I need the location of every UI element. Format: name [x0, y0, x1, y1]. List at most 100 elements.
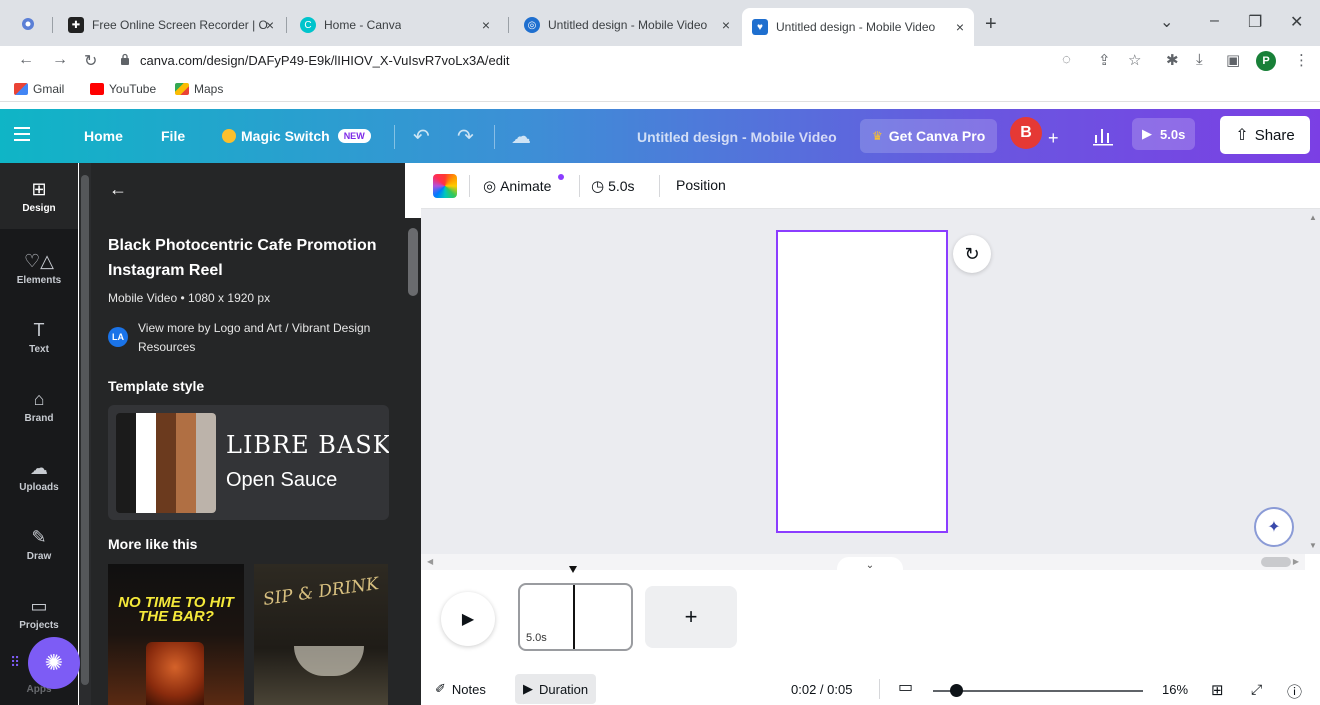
rail-item-draw[interactable]: ✎ Draw: [0, 511, 78, 577]
share-page-icon[interactable]: ⇪: [1098, 51, 1111, 69]
scroll-left-icon[interactable]: ◀: [427, 557, 433, 566]
back-button[interactable]: ←: [109, 179, 127, 200]
rotate-refresh-button[interactable]: ↻: [953, 235, 991, 273]
drag-handle-icon[interactable]: ⠿: [10, 654, 20, 671]
file-menu[interactable]: File: [161, 128, 185, 144]
reload-icon[interactable]: ↻: [84, 51, 97, 71]
extension-gear-icon[interactable]: [18, 14, 38, 34]
tab-screen-recorder[interactable]: ✚ Free Online Screen Recorder | O ×: [58, 10, 284, 40]
zoom-slider-knob[interactable]: [950, 684, 963, 697]
magic-switch-button[interactable]: Magic Switch NEW: [222, 128, 371, 144]
animate-button[interactable]: ◎ Animate: [483, 177, 551, 195]
author-avatar: LA: [108, 327, 128, 347]
notes-button[interactable]: ✐ Notes: [435, 681, 486, 697]
design-page-canvas[interactable]: [776, 230, 948, 533]
grid-view-icon[interactable]: ⊞: [1211, 681, 1224, 699]
bookmark-star-icon[interactable]: ☆: [1128, 51, 1141, 69]
timeline-play-button[interactable]: ▶: [441, 592, 495, 646]
position-button[interactable]: Position: [676, 177, 726, 193]
forward-arrow-icon[interactable]: →: [52, 51, 68, 69]
panel-left-scrollbar[interactable]: [79, 163, 91, 705]
canvas-area[interactable]: ↻ ✦: [421, 209, 1305, 554]
insights-chart-icon[interactable]: [1091, 123, 1115, 147]
profile-avatar[interactable]: P: [1256, 51, 1276, 71]
zoom-slider[interactable]: [933, 690, 1143, 692]
scrollbar-thumb[interactable]: [408, 228, 418, 296]
template-thumbnail[interactable]: NO TIME TO HIT THE BAR?: [108, 564, 244, 705]
timeline-clip[interactable]: 5.0s: [518, 583, 633, 651]
close-tab-icon[interactable]: ×: [482, 17, 490, 33]
canvas-vertical-scrollbar[interactable]: ▲ ▼: [1305, 209, 1320, 554]
hamburger-menu-icon[interactable]: [14, 127, 30, 141]
duration-button[interactable]: ▶ Duration: [515, 674, 597, 704]
magic-assistant-button[interactable]: ✺: [28, 637, 80, 689]
restore-window-button[interactable]: ❐: [1248, 12, 1262, 32]
rail-label: Elements: [16, 274, 62, 286]
rail-item-design[interactable]: ⊞ Design: [0, 163, 78, 229]
panel-scrollbar[interactable]: [405, 218, 421, 705]
invite-plus-button[interactable]: +: [1048, 128, 1059, 149]
get-canva-pro-button[interactable]: ♛ Get Canva Pro: [860, 119, 998, 153]
author-link[interactable]: View more by Logo and Art / Vibrant Desi…: [138, 319, 398, 357]
scroll-right-icon[interactable]: ▶: [1293, 557, 1299, 566]
lock-icon[interactable]: [120, 53, 130, 65]
share-label: Share: [1254, 126, 1295, 144]
page-view-icon[interactable]: ▭: [898, 677, 913, 697]
present-play-button[interactable]: ▶ 5.0s: [1132, 118, 1196, 150]
playhead-marker-icon[interactable]: [569, 566, 577, 574]
extensions-puzzle-icon[interactable]: ✱: [1166, 51, 1179, 69]
get-pro-label: Get Canva Pro: [888, 128, 986, 144]
eye-off-icon[interactable]: ◌: [1062, 51, 1071, 68]
rail-item-elements[interactable]: ♡△ Elements: [0, 235, 78, 301]
url-field[interactable]: canva.com/design/DAFyP49-E9k/lIHIOV_X-Vu…: [140, 53, 509, 68]
bookmark-maps[interactable]: Maps: [175, 82, 223, 96]
user-avatar[interactable]: B: [1010, 117, 1042, 149]
cloud-saved-icon[interactable]: ☁: [511, 124, 531, 149]
zoom-percentage[interactable]: 16%: [1162, 682, 1188, 697]
magic-assistant-canvas-button[interactable]: ✦: [1254, 507, 1294, 547]
bookmark-youtube[interactable]: YouTube: [90, 82, 156, 96]
author-byline[interactable]: LA View more by Logo and Art / Vibrant D…: [108, 319, 398, 357]
duration-toolbar-button[interactable]: ◷ 5.0s: [591, 177, 635, 195]
scrollbar-thumb[interactable]: [81, 175, 89, 685]
rail-item-projects[interactable]: ▭ Projects: [0, 580, 78, 646]
close-tab-icon[interactable]: ×: [266, 17, 274, 33]
share-button[interactable]: ⇧ Share: [1220, 116, 1310, 154]
template-style-card[interactable]: LIBRE BASKERVILLE Open Sauce: [108, 405, 389, 520]
help-icon[interactable]: ⓘ: [1287, 681, 1302, 702]
play-icon: ▶: [1142, 126, 1152, 141]
timeline-toggle-handle[interactable]: ⌄: [837, 557, 903, 573]
new-tab-button[interactable]: +: [985, 13, 997, 36]
scroll-up-icon[interactable]: ▲: [1309, 213, 1317, 222]
tab-untitled-design[interactable]: ◎ Untitled design - Mobile Video ×: [514, 10, 740, 40]
design-title[interactable]: Untitled design - Mobile Video: [637, 129, 837, 145]
scroll-down-icon[interactable]: ▼: [1309, 541, 1317, 550]
minimize-window-button[interactable]: –: [1210, 12, 1219, 30]
download-icon[interactable]: ⤓: [1196, 51, 1203, 68]
tab-canva-home[interactable]: C Home - Canva ×: [290, 10, 500, 40]
bookmark-gmail[interactable]: Gmail: [14, 82, 64, 96]
close-window-button[interactable]: ✕: [1290, 12, 1303, 32]
rail-item-brand[interactable]: ⌂ Brand: [0, 373, 78, 439]
tab-search-dropdown-icon[interactable]: ⌄: [1160, 12, 1173, 32]
background-color-button[interactable]: [433, 174, 457, 198]
editor-toolbar: ◎ Animate ◷ 5.0s Position: [421, 163, 1320, 209]
close-tab-icon[interactable]: ×: [722, 17, 730, 33]
side-panel-icon[interactable]: ▣: [1226, 51, 1240, 69]
close-tab-icon[interactable]: ×: [956, 19, 964, 35]
home-menu[interactable]: Home: [84, 128, 123, 144]
template-thumbnail[interactable]: SIP & DRINK: [254, 564, 388, 705]
rail-item-uploads[interactable]: ☁ Uploads: [0, 442, 78, 508]
tab-untitled-design-active[interactable]: ♥ Untitled design - Mobile Video ×: [742, 8, 974, 46]
playhead-line[interactable]: [573, 585, 575, 649]
rail-item-text[interactable]: T Text: [0, 304, 78, 370]
template-style-heading: Template style: [108, 378, 205, 394]
kebab-menu-icon[interactable]: ⋮: [1294, 51, 1309, 69]
recorder-favicon-icon: ✚: [68, 17, 84, 33]
fullscreen-icon[interactable]: ⤢: [1251, 681, 1262, 698]
redo-icon[interactable]: ↷: [457, 124, 474, 149]
undo-icon[interactable]: ↶: [413, 124, 430, 149]
add-page-button[interactable]: +: [645, 586, 737, 648]
back-arrow-icon[interactable]: ←: [18, 51, 34, 69]
scrollbar-thumb[interactable]: [1261, 557, 1291, 567]
